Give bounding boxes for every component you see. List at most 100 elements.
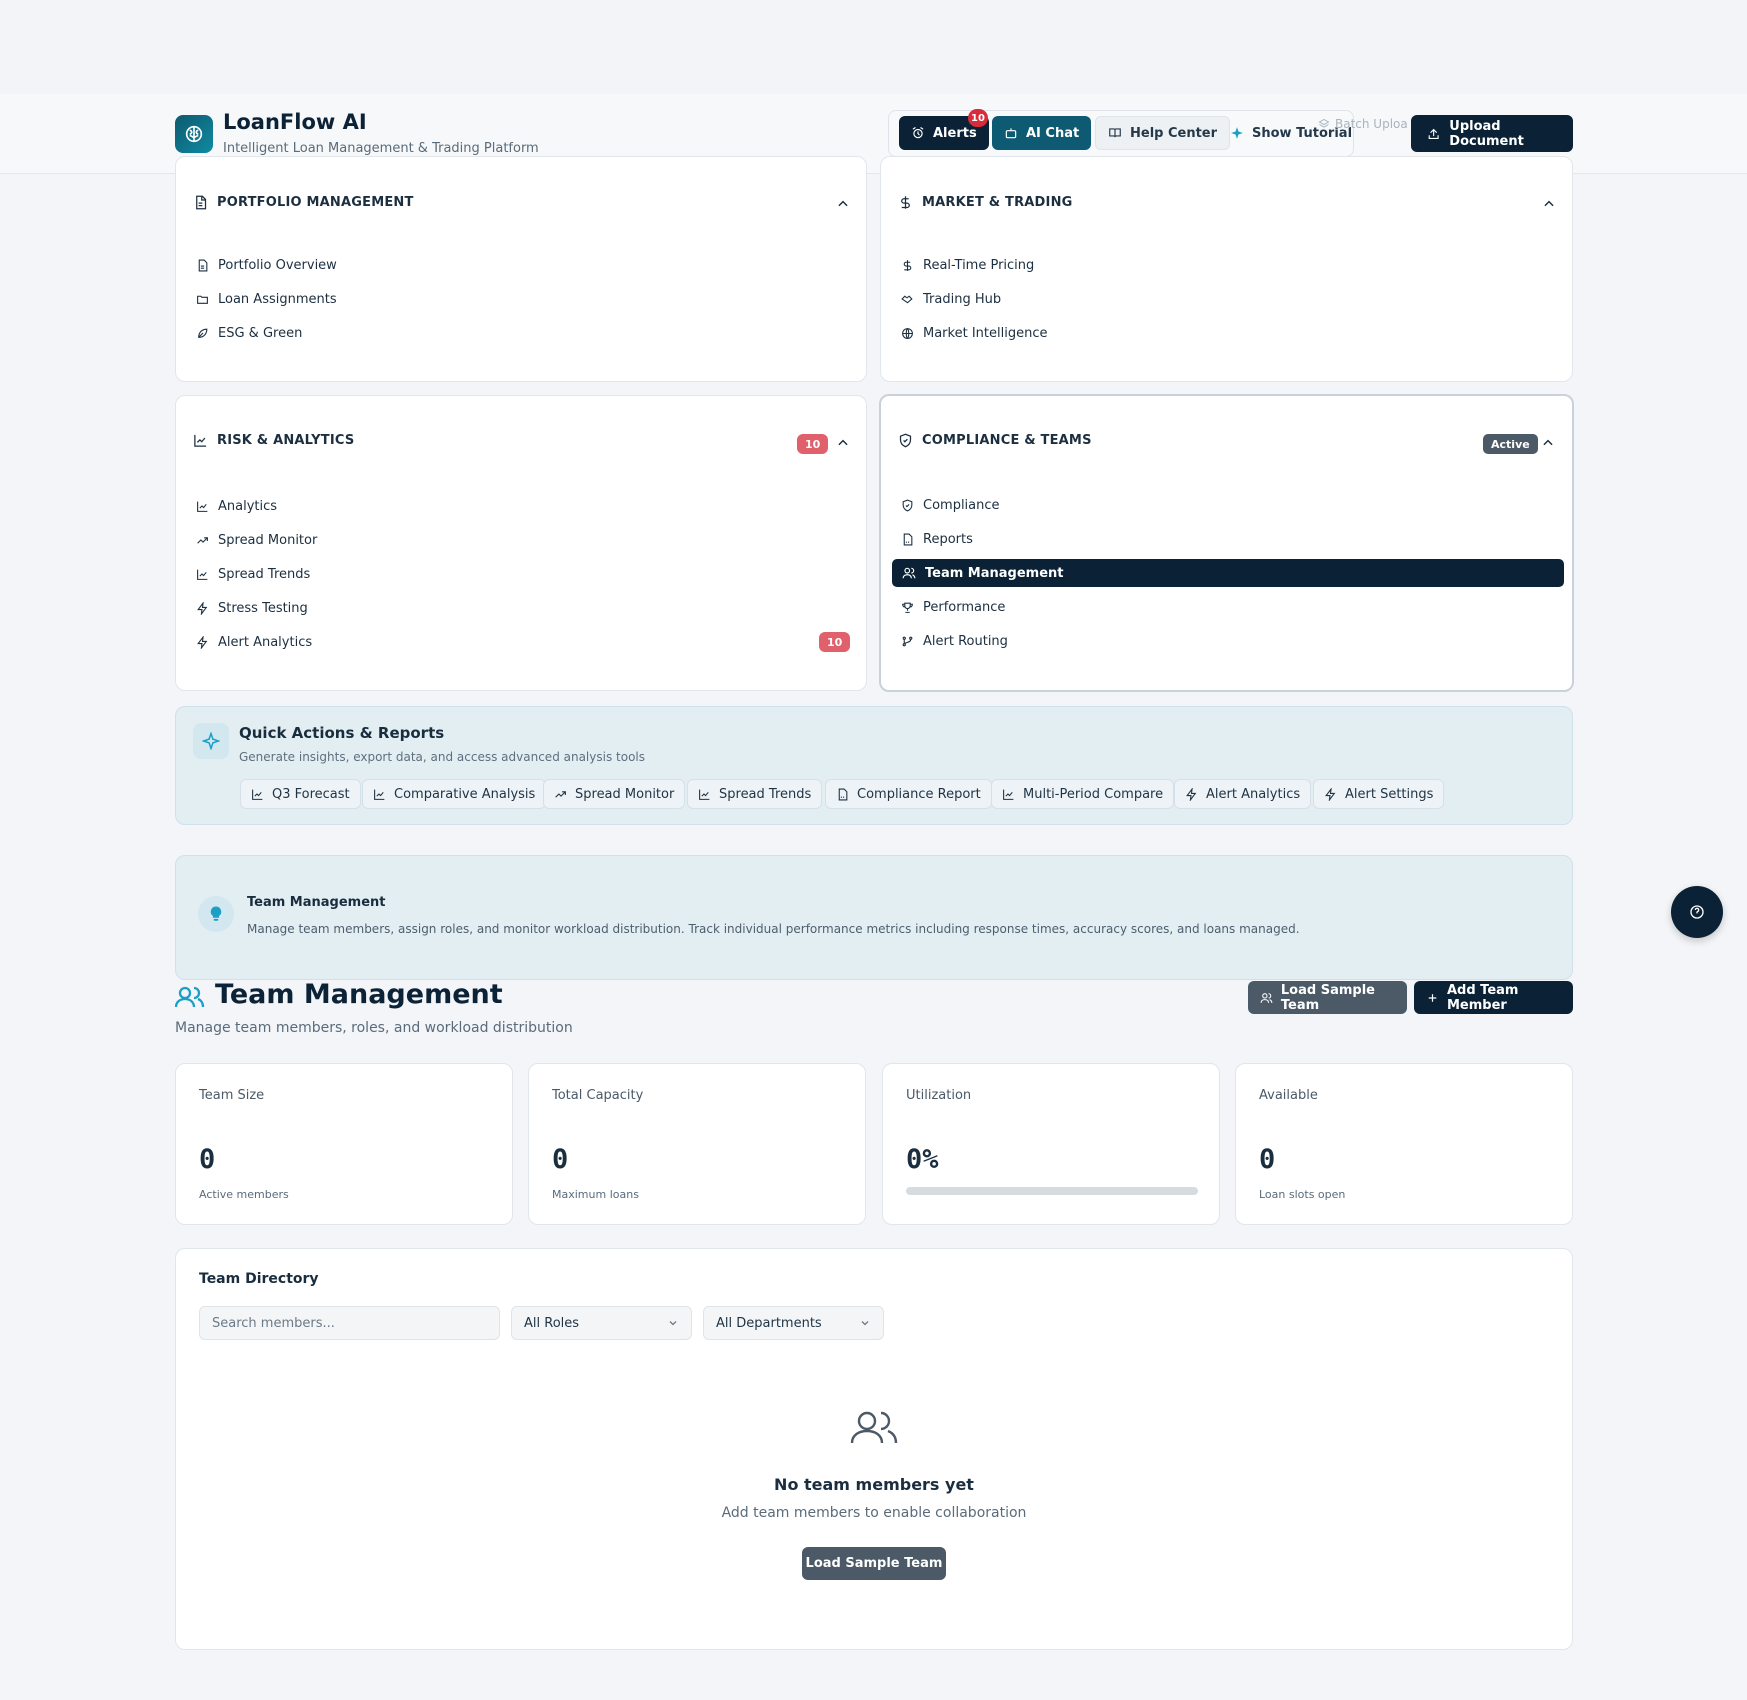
users-empty-icon bbox=[850, 1411, 898, 1444]
nav-item-label: Compliance bbox=[923, 497, 1000, 513]
risk-analytics-card: RISK & ANALYTICS 10 Analytics Spread Mon… bbox=[175, 395, 867, 691]
chip-spread-monitor[interactable]: Spread Monitor bbox=[543, 779, 686, 809]
help-center-button[interactable]: Help Center bbox=[1095, 116, 1231, 150]
market-trading-card: MARKET & TRADING Real-Time Pricing Tradi… bbox=[880, 156, 1573, 382]
add-team-member-label: Add Team Member bbox=[1446, 982, 1519, 1013]
active-badge: Active bbox=[1483, 434, 1538, 454]
team-management-subtitle: Manage team members, roles, and workload… bbox=[175, 1020, 573, 1036]
batch-upload-label: Batch Uploa bbox=[1335, 117, 1408, 131]
nav-item-label: Performance bbox=[923, 599, 1006, 615]
nav-item-reports[interactable]: Reports bbox=[901, 525, 973, 553]
globe-icon bbox=[902, 327, 913, 339]
nav-item-stress-testing[interactable]: Stress Testing bbox=[196, 594, 308, 622]
upload-document-button[interactable]: Upload Document bbox=[1411, 115, 1573, 152]
nav-item-alert-analytics[interactable]: Alert Analytics bbox=[196, 628, 312, 656]
alert-analytics-badge: 10 bbox=[819, 632, 851, 652]
chip-label: Multi-Period Compare bbox=[1023, 786, 1164, 802]
nav-item-alert-routing[interactable]: Alert Routing bbox=[901, 627, 1008, 655]
nav-item-portfolio-overview[interactable]: Portfolio Overview bbox=[196, 251, 337, 279]
app-subtitle: Intelligent Loan Management & Trading Pl… bbox=[223, 141, 539, 156]
line-chart-icon bbox=[197, 501, 208, 512]
ai-chat-label: AI Chat bbox=[1026, 125, 1080, 141]
nav-item-team-management[interactable]: Team Management bbox=[892, 559, 1564, 587]
nav-item-spread-monitor[interactable]: Spread Monitor bbox=[196, 526, 317, 554]
nav-item-label: Stress Testing bbox=[218, 600, 308, 616]
users-icon bbox=[175, 986, 205, 1008]
layers-icon bbox=[1318, 118, 1330, 128]
compliance-teams-header[interactable]: COMPLIANCE & TEAMS bbox=[898, 433, 1092, 448]
document-icon bbox=[196, 195, 207, 210]
brain-icon bbox=[185, 125, 203, 143]
nav-item-real-time-pricing[interactable]: Real-Time Pricing bbox=[901, 251, 1034, 279]
report-icon bbox=[903, 533, 913, 545]
nav-item-market-intelligence[interactable]: Market Intelligence bbox=[901, 319, 1047, 347]
department-filter-select[interactable]: All Departments bbox=[703, 1306, 884, 1340]
chip-alert-analytics[interactable]: Alert Analytics bbox=[1174, 779, 1312, 809]
stat-subtext: Loan slots open bbox=[1259, 1188, 1346, 1201]
nav-item-label: Alert Analytics bbox=[218, 634, 313, 650]
portfolio-management-header[interactable]: PORTFOLIO MANAGEMENT bbox=[193, 195, 414, 210]
chip-comparative-analysis[interactable]: Comparative Analysis bbox=[362, 779, 547, 809]
portfolio-management-title: PORTFOLIO MANAGEMENT bbox=[217, 195, 414, 210]
dollar-icon bbox=[903, 259, 912, 271]
chevron-up-icon[interactable] bbox=[836, 436, 850, 450]
info-banner-title: Team Management bbox=[247, 895, 386, 910]
nav-item-label: Spread Trends bbox=[218, 566, 311, 582]
load-sample-team-button[interactable]: Load Sample Team bbox=[1248, 981, 1407, 1014]
chip-spread-trends[interactable]: Spread Trends bbox=[687, 779, 823, 809]
empty-load-sample-team-button[interactable]: Load Sample Team bbox=[802, 1547, 946, 1580]
stat-card-utilization: Utilization 0% bbox=[882, 1063, 1220, 1225]
nav-item-esg-green[interactable]: ESG & Green bbox=[196, 319, 302, 347]
trending-up-icon bbox=[197, 536, 208, 544]
search-members-input[interactable] bbox=[199, 1306, 500, 1340]
team-management-title: Team Management bbox=[215, 979, 503, 1010]
alarm-icon bbox=[912, 127, 924, 139]
nav-item-performance[interactable]: Performance bbox=[901, 593, 1005, 621]
info-banner: Team Management Manage team members, ass… bbox=[175, 855, 1573, 980]
chip-label: Alert Settings bbox=[1345, 786, 1434, 802]
dollar-icon bbox=[901, 196, 910, 209]
stat-subtext: Active members bbox=[199, 1188, 289, 1201]
chevron-up-icon[interactable] bbox=[1541, 436, 1555, 450]
chevron-up-icon[interactable] bbox=[836, 197, 850, 211]
nav-item-label: Team Management bbox=[925, 565, 1064, 581]
compliance-teams-card: COMPLIANCE & TEAMS Active Compliance Rep… bbox=[879, 394, 1574, 692]
top-band bbox=[0, 0, 1747, 94]
add-team-member-button[interactable]: Add Team Member bbox=[1414, 981, 1573, 1014]
shield-icon bbox=[899, 433, 912, 448]
document-icon bbox=[198, 259, 208, 271]
risk-analytics-header[interactable]: RISK & ANALYTICS bbox=[193, 433, 354, 448]
stat-label: Available bbox=[1259, 1088, 1318, 1103]
chevron-down-icon bbox=[861, 1321, 869, 1326]
portfolio-management-card: PORTFOLIO MANAGEMENT Portfolio Overview … bbox=[175, 156, 867, 382]
stat-card-total-capacity: Total Capacity 0 Maximum loans bbox=[528, 1063, 866, 1225]
market-trading-header[interactable]: MARKET & TRADING bbox=[898, 195, 1073, 210]
quick-actions-panel: Quick Actions & Reports Generate insight… bbox=[175, 706, 1573, 825]
stat-card-available: Available 0 Loan slots open bbox=[1235, 1063, 1573, 1225]
compliance-teams-title: COMPLIANCE & TEAMS bbox=[922, 433, 1092, 448]
stat-card-team-size: Team Size 0 Active members bbox=[175, 1063, 513, 1225]
alerts-label: Alerts bbox=[933, 125, 977, 141]
plus-icon bbox=[1428, 993, 1437, 1002]
nav-item-analytics[interactable]: Analytics bbox=[196, 492, 277, 520]
nav-item-label: Real-Time Pricing bbox=[923, 257, 1035, 273]
stat-label: Total Capacity bbox=[552, 1088, 644, 1103]
chip-alert-settings[interactable]: Alert Settings bbox=[1313, 779, 1445, 809]
batch-upload-button[interactable]: Batch Uploa bbox=[1318, 117, 1408, 131]
app-logo[interactable] bbox=[175, 115, 213, 153]
nav-item-trading-hub[interactable]: Trading Hub bbox=[901, 285, 1001, 313]
chip-compliance-report[interactable]: Compliance Report bbox=[825, 779, 992, 809]
role-filter-select[interactable]: All Roles bbox=[511, 1306, 692, 1340]
chevron-up-icon[interactable] bbox=[1542, 197, 1556, 211]
nav-item-loan-assignments[interactable]: Loan Assignments bbox=[196, 285, 337, 313]
chip-multi-period-compare[interactable]: Multi-Period Compare bbox=[991, 779, 1175, 809]
line-chart-icon bbox=[197, 569, 208, 580]
nav-item-compliance[interactable]: Compliance bbox=[901, 491, 1000, 519]
ai-chat-button[interactable]: AI Chat bbox=[992, 116, 1092, 150]
help-floating-button[interactable] bbox=[1671, 886, 1723, 938]
chip-q3-forecast[interactable]: Q3 Forecast bbox=[240, 779, 361, 809]
nav-item-spread-trends[interactable]: Spread Trends bbox=[196, 560, 310, 588]
git-branch-icon bbox=[902, 636, 913, 646]
quick-actions-icon-box bbox=[193, 723, 229, 759]
chip-label: Q3 Forecast bbox=[272, 786, 350, 802]
